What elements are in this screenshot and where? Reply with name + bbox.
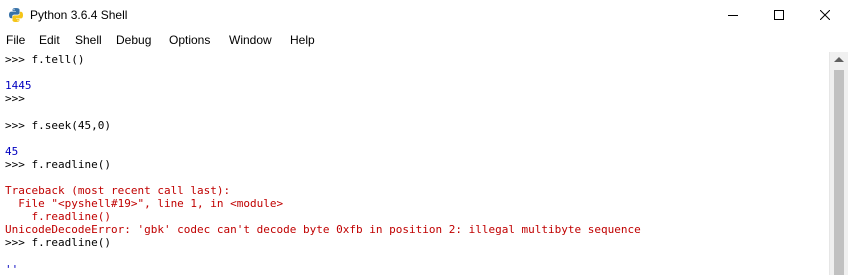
shell-prompt: >>> [5,236,32,250]
shell-line: File "<pyshell#19>", line 1, in <module> [5,197,283,210]
shell-error-text: Traceback (most recent call last): [5,184,231,197]
shell-line: >>> f.tell() [5,53,84,66]
shell-prompt: >>> [5,118,32,132]
shell-line: '' [5,263,18,275]
shell-line: f.readline() [5,210,111,224]
menu-window[interactable]: Window [229,32,272,49]
shell-error-text: File "<pyshell#19>", line 1, in <module> [5,197,284,211]
shell-command-text: f.seek(45,0) [31,118,111,132]
shell-error-text: UnicodeDecodeError: 'gbk' codec can't de… [5,223,641,237]
shell-output-text: 1445 [5,79,32,93]
python-logo-icon [9,8,23,22]
title-bar[interactable]: Python 3.6.4 Shell [0,0,848,30]
scroll-thumb[interactable] [834,70,844,275]
menu-options[interactable]: Options [169,32,210,49]
window-title: Python 3.6.4 Shell [30,8,128,22]
shell-command-text: f.tell() [31,53,85,66]
vertical-scrollbar[interactable] [829,52,848,275]
shell-prompt: >>> [5,92,32,106]
shell-line: 45 [5,145,18,158]
minimize-icon [728,15,738,16]
shell-output-area[interactable]: >>> f.tell() 1445 >>> >>> f.seek(45,0) 45 >>… [0,52,829,275]
shell-prompt: >>> [5,53,32,66]
shell-line: >>> [5,92,32,105]
shell-error-text: f.readline() [5,210,111,224]
shell-line: >>> f.seek(45,0) [5,119,111,132]
maximize-icon [774,10,784,20]
menu-shell[interactable]: Shell [75,32,102,49]
shell-line: 1445 [5,79,32,92]
shell-command-text: f.readline() [31,157,111,171]
minimize-button[interactable] [710,0,756,30]
shell-line: Traceback (most recent call last): [5,184,230,197]
close-button[interactable] [802,0,848,30]
menu-bar: File Edit Shell Debug Options Window Hel… [0,30,848,51]
maximize-button[interactable] [756,0,802,30]
shell-line: >>> f.readline() [5,236,111,249]
shell-line: UnicodeDecodeError: 'gbk' codec can't de… [5,223,641,236]
scroll-up-icon[interactable] [834,57,844,62]
shell-prompt: >>> [5,157,32,171]
menu-debug[interactable]: Debug [116,32,151,49]
menu-edit[interactable]: Edit [39,32,60,49]
menu-file[interactable]: File [6,32,25,49]
shell-output-text: 45 [5,144,19,158]
shell-command-text: f.readline() [31,236,111,250]
close-icon [820,10,830,20]
menu-help[interactable]: Help [290,32,315,49]
shell-line: >>> f.readline() [5,158,111,171]
shell-output-text: '' [5,262,19,275]
